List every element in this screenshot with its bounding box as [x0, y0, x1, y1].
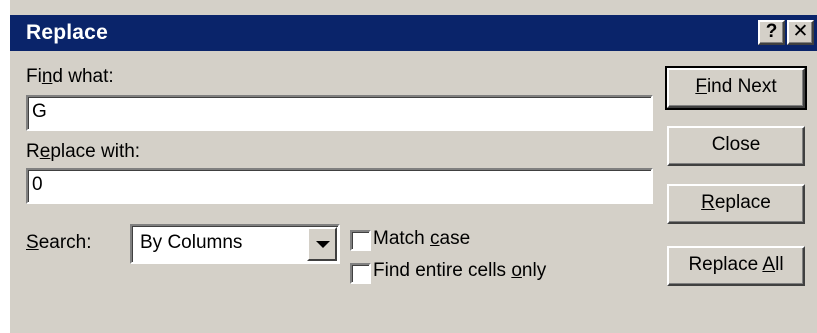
find-what-input[interactable]: G	[26, 95, 653, 131]
replace-with-label: Replace with:	[26, 141, 141, 162]
close-icon: ✕	[792, 21, 809, 42]
chevron-down-icon	[316, 241, 330, 248]
replace-with-input[interactable]: 0	[26, 168, 653, 204]
entire-cells-label[interactable]: Find entire cells only	[373, 260, 546, 282]
replace-button[interactable]: Replace	[667, 184, 805, 224]
entire-cells-checkbox[interactable]	[350, 263, 371, 284]
close-button[interactable]: Close	[667, 126, 805, 166]
search-label: Search:	[26, 232, 92, 253]
title-bar[interactable]: Replace ? ✕	[10, 15, 817, 51]
search-order-value: By Columns	[140, 232, 243, 253]
dropdown-button[interactable]	[307, 227, 337, 261]
help-icon: ?	[765, 21, 778, 42]
replace-dialog: Replace ? ✕ Find what: G Replace with: 0…	[10, 0, 817, 333]
close-window-button[interactable]: ✕	[787, 20, 814, 45]
match-case-label[interactable]: Match case	[373, 228, 470, 250]
help-button[interactable]: ?	[758, 20, 785, 45]
dialog-title: Replace	[26, 21, 108, 44]
match-case-checkbox[interactable]	[350, 230, 371, 251]
find-what-label: Find what:	[26, 66, 114, 87]
replace-all-button[interactable]: Replace All	[667, 246, 805, 286]
search-order-select[interactable]: By Columns	[130, 224, 340, 264]
find-next-button[interactable]: Find Next	[665, 66, 807, 110]
